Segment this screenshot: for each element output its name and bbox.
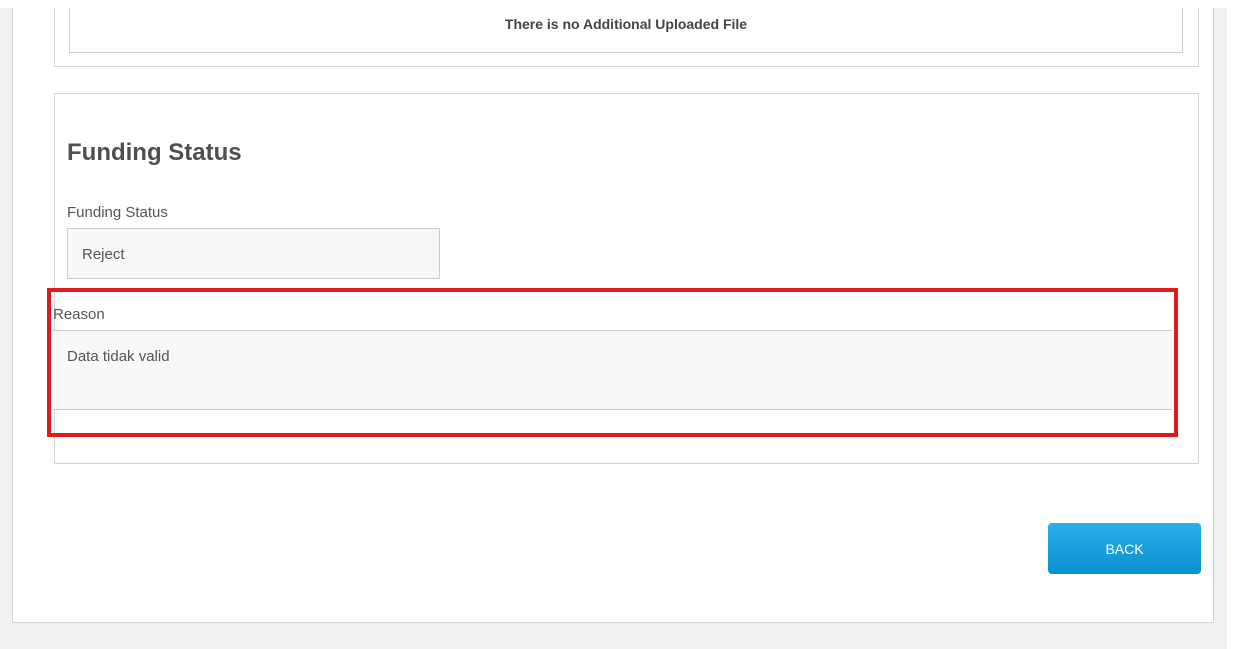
no-files-message: There is no Additional Uploaded File <box>69 8 1183 53</box>
section-title: Funding Status <box>67 139 242 166</box>
funding-status-label: Funding Status <box>67 204 168 221</box>
back-button[interactable]: BACK <box>1048 523 1201 574</box>
reason-label: Reason <box>53 306 105 323</box>
additional-files-section: There is no Additional Uploaded File <box>54 8 1199 67</box>
right-margin <box>1227 0 1246 649</box>
top-background <box>0 0 1246 8</box>
reason-field[interactable]: Data tidak valid <box>53 330 1172 410</box>
funding-status-field[interactable]: Reject <box>67 228 440 279</box>
